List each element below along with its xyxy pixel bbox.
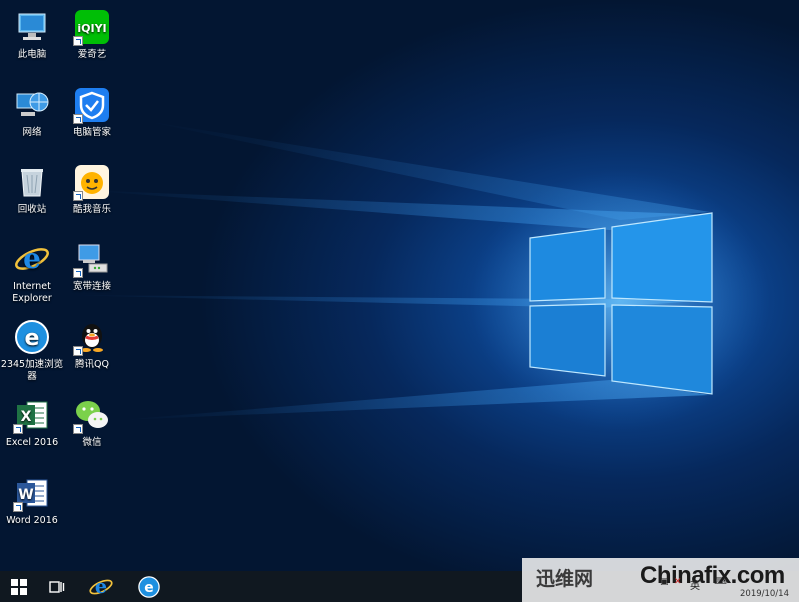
broadband-connection-icon <box>73 240 111 278</box>
start-icon <box>11 578 27 595</box>
network-status-icon[interactable]: ✕ <box>674 577 682 587</box>
desktop-icon-network[interactable]: 网络 <box>0 86 64 139</box>
desktop-icon-qq[interactable]: 腾讯QQ <box>60 318 124 371</box>
shortcut-arrow-icon <box>13 502 23 512</box>
internet-explorer-icon: e <box>89 575 113 598</box>
svg-text:X: X <box>21 409 32 425</box>
recycle-bin-icon <box>13 163 51 201</box>
task-view-icon <box>49 580 65 593</box>
shortcut-arrow-icon <box>73 36 83 46</box>
taskbar-internet-explorer[interactable]: e <box>82 571 120 602</box>
desktop-icon-wechat[interactable]: 微信 <box>60 396 124 449</box>
qq-icon <box>73 318 111 356</box>
excel-icon: X <box>13 396 51 434</box>
tray-keyboard-icon[interactable]: ⌨ <box>714 577 727 587</box>
2345-browser-icon: e <box>13 318 51 356</box>
internet-explorer-icon: e <box>13 240 51 278</box>
shortcut-arrow-icon <box>73 346 83 356</box>
shortcut-arrow-icon <box>73 114 83 124</box>
desktop-icon-broadband[interactable]: 宽带连接 <box>60 240 124 293</box>
iqiyi-icon: iQIYI <box>73 8 111 46</box>
svg-text:e: e <box>23 242 41 275</box>
wechat-icon <box>73 396 111 434</box>
network-icon <box>13 86 51 124</box>
svg-text:iQIYI: iQIYI <box>77 22 106 35</box>
svg-text:W: W <box>18 487 33 503</box>
desktop-icon-label: 爱奇艺 <box>77 49 107 60</box>
pc-manager-icon <box>73 86 111 124</box>
shortcut-arrow-icon <box>13 424 23 434</box>
ime-indicator[interactable]: 英 <box>690 577 700 592</box>
desktop-icon-iqiyi[interactable]: iQIYI 爱奇艺 <box>60 8 124 61</box>
2345-browser-icon: e <box>138 575 160 598</box>
desktop-icon-2345-browser[interactable]: e 2345加速浏览器 <box>0 318 64 383</box>
desktop-icon-label: 网络 <box>22 127 42 138</box>
desktop-icon-label: Word 2016 <box>6 515 58 526</box>
desktop-icon-label: 腾讯QQ <box>75 359 109 370</box>
desktop-icon-recycle-bin[interactable]: 回收站 <box>0 163 64 216</box>
desktop-icon-label: Excel 2016 <box>5 437 59 448</box>
shortcut-arrow-icon <box>73 424 83 434</box>
shortcut-arrow-icon <box>73 191 83 201</box>
svg-text:e: e <box>144 580 153 596</box>
desktop[interactable]: 此电脑 网络 回收站 e Internet Explorer e 2345加速浏… <box>0 0 799 571</box>
svg-text:e: e <box>25 326 40 351</box>
kuwo-music-icon <box>73 163 111 201</box>
start-button[interactable] <box>0 571 38 602</box>
desktop-icon-this-pc[interactable]: 此电脑 <box>0 8 64 61</box>
desktop-icon-label: Internet Explorer <box>12 281 52 304</box>
watermark-logo-text: 迅维网 <box>536 568 594 590</box>
this-pc-icon <box>13 8 51 46</box>
system-tray: ▣ ✕ 英 ⌨ 2019/10/14 <box>652 573 799 602</box>
svg-text:e: e <box>95 575 107 598</box>
desktop-icon-label: 回收站 <box>17 204 47 215</box>
taskbar-2345-browser[interactable]: e <box>130 571 168 602</box>
desktop-icon-label: 微信 <box>82 437 102 448</box>
tray-notification-icon[interactable]: ▣ <box>660 577 669 587</box>
desktop-icon-word[interactable]: W Word 2016 <box>0 474 64 527</box>
desktop-icon-label: 此电脑 <box>17 49 47 60</box>
desktop-icon-label: 酷我音乐 <box>72 204 111 215</box>
desktop-icon-label: 宽带连接 <box>72 281 111 292</box>
task-view-button[interactable] <box>38 571 76 602</box>
desktop-icon-label: 2345加速浏览器 <box>0 359 64 382</box>
desktop-icon-pc-manager[interactable]: 电脑管家 <box>60 86 124 139</box>
desktop-icon-kuwo-music[interactable]: 酷我音乐 <box>60 163 124 216</box>
tray-date[interactable]: 2019/10/14 <box>740 589 789 599</box>
shortcut-arrow-icon <box>73 268 83 278</box>
desktop-icon-label: 电脑管家 <box>72 127 111 138</box>
desktop-icon-excel[interactable]: X Excel 2016 <box>0 396 64 449</box>
word-icon: W <box>13 474 51 512</box>
desktop-icon-internet-explorer[interactable]: e Internet Explorer <box>0 240 64 305</box>
